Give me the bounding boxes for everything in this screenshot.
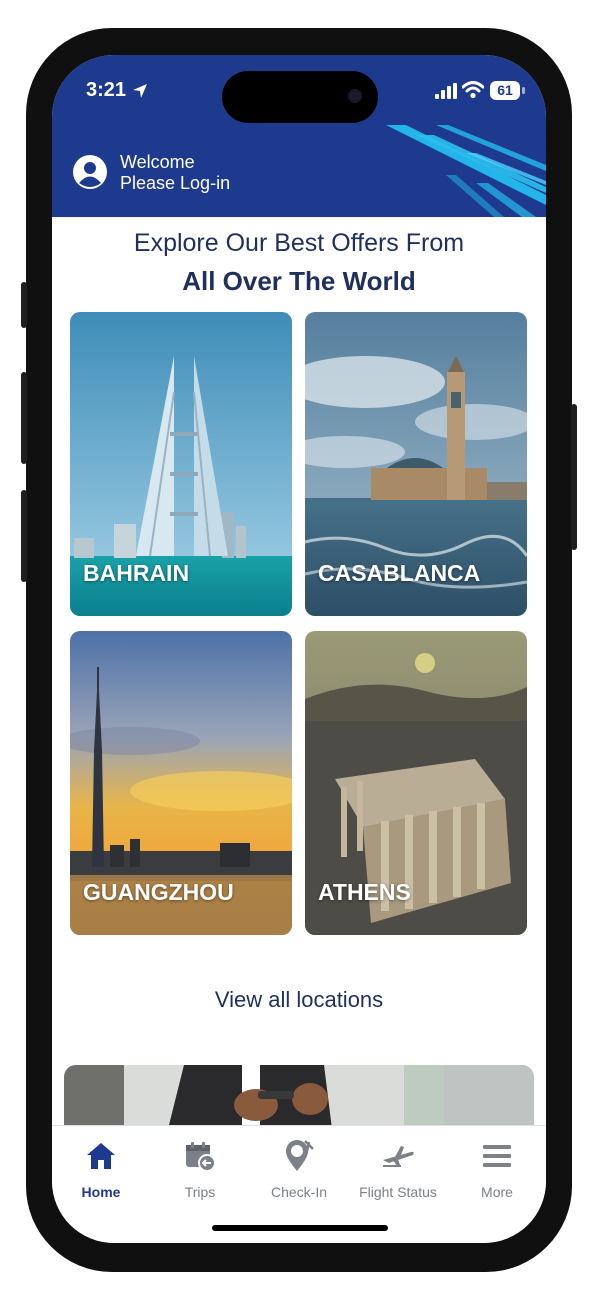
airplane-icon <box>383 1146 414 1167</box>
tab-check-in[interactable]: Check-In <box>250 1136 348 1200</box>
power-button <box>571 404 577 550</box>
front-camera <box>348 89 362 103</box>
home-indicator[interactable] <box>212 1225 388 1231</box>
offers-title-line2: All Over The World <box>182 266 416 296</box>
tab-label: Flight Status <box>359 1184 437 1200</box>
app-header: 3:21 61 Welcome Please Log-in <box>52 55 546 217</box>
calendar-icon <box>186 1142 216 1172</box>
location-arrow-icon <box>133 84 147 98</box>
tab-label: Trips <box>184 1184 216 1200</box>
destination-label: GUANGZHOU <box>83 879 234 905</box>
destination-card-guangzhou[interactable]: GUANGZHOU <box>70 631 292 935</box>
tab-flight-status[interactable]: Flight Status <box>349 1136 447 1200</box>
user-avatar-icon[interactable] <box>73 155 107 189</box>
destination-label: CASABLANCA <box>318 560 481 586</box>
menu-icon <box>483 1145 511 1167</box>
home-icon <box>87 1143 115 1169</box>
offers-title-line1: Explore Our Best Offers From <box>133 229 465 257</box>
volume-down-button <box>21 490 27 582</box>
welcome-text: Welcome <box>120 152 195 172</box>
login-prompt[interactable]: Welcome Please Log-in <box>120 152 230 194</box>
tab-label: Check-In <box>270 1184 328 1200</box>
app-screen: 3:21 61 Welcome Please Log-in Explore Ou… <box>52 55 546 1243</box>
status-time: 3:21 <box>86 79 127 101</box>
offers-heading: Explore Our Best Offers From All Over Th… <box>52 229 546 297</box>
tab-label: Home <box>81 1184 121 1200</box>
battery-indicator: 61 <box>490 81 520 100</box>
header-streaks-decoration <box>386 125 546 217</box>
login-text[interactable]: Please Log-in <box>120 173 230 194</box>
tab-label: More <box>481 1184 513 1200</box>
action-button <box>21 282 27 328</box>
destination-card-casablanca[interactable]: CASABLANCA <box>305 312 527 616</box>
tab-trips[interactable]: Trips <box>151 1136 249 1200</box>
tab-home[interactable]: Home <box>52 1136 150 1200</box>
destination-card-athens[interactable]: ATHENS <box>305 631 527 935</box>
destination-label: ATHENS <box>318 879 411 905</box>
tab-more[interactable]: More <box>448 1136 546 1200</box>
check-in-icon <box>286 1140 314 1171</box>
view-all-locations-link[interactable]: View all locations <box>52 987 546 1013</box>
volume-up-button <box>21 372 27 464</box>
destination-card-bahrain[interactable]: BAHRAIN <box>70 312 292 616</box>
wifi-icon <box>462 81 484 99</box>
cellular-signal-icon <box>435 83 457 99</box>
battery-cap <box>522 87 525 94</box>
destination-label: BAHRAIN <box>83 560 190 586</box>
dynamic-island <box>222 71 378 123</box>
